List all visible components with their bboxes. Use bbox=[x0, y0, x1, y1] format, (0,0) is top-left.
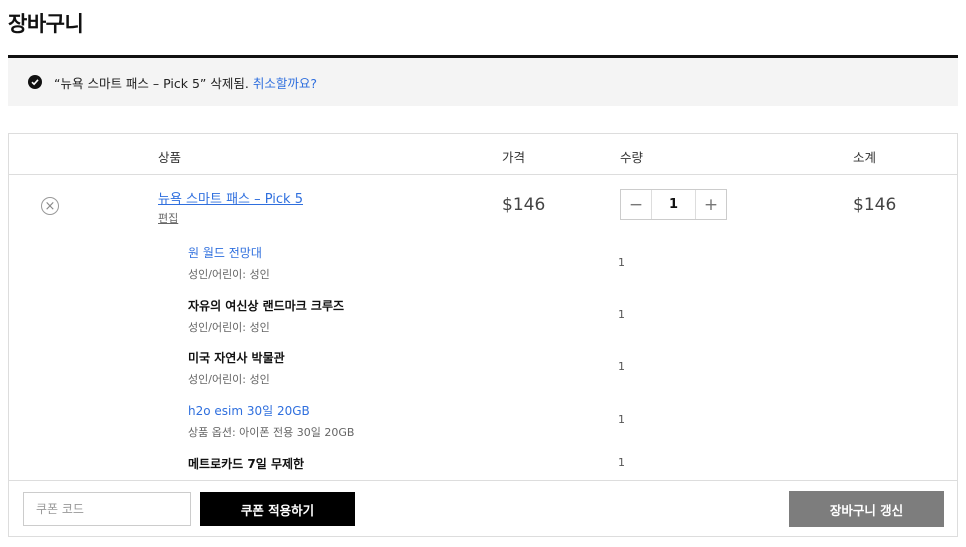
bundle-item: 미국 자연사 박물관 성인/어린이: 성인 bbox=[188, 349, 588, 387]
quantity-stepper: − 1 + bbox=[620, 189, 727, 220]
quantity-input[interactable]: 1 bbox=[651, 190, 696, 219]
bundle-item: 메트로카드 7일 무제한 bbox=[188, 455, 588, 472]
bundle-item-meta: 성인/어린이: 성인 bbox=[188, 268, 270, 281]
bundle-item-qty: 1 bbox=[618, 308, 625, 321]
product-name-link[interactable]: 뉴욕 스마트 패스 – Pick 5 bbox=[158, 188, 303, 207]
check-circle-icon bbox=[28, 75, 42, 89]
header-price: 가격 bbox=[502, 150, 526, 165]
removal-notice: “뉴욕 스마트 패스 – Pick 5” 삭제됨. 취소할까요? bbox=[8, 58, 958, 106]
page-title: 장바구니 bbox=[8, 12, 84, 36]
decrease-quantity-button[interactable]: − bbox=[621, 195, 651, 215]
notice-message: “뉴욕 스마트 패스 – Pick 5” 삭제됨. bbox=[54, 75, 249, 91]
product-subtotal: $146 bbox=[853, 195, 897, 215]
remove-item-button[interactable]: × bbox=[41, 197, 59, 215]
bundle-item-qty: 1 bbox=[618, 256, 625, 269]
edit-link[interactable]: 편집 bbox=[158, 210, 178, 226]
header-product: 상품 bbox=[158, 150, 182, 165]
bundle-item-meta: 성인/어린이: 성인 bbox=[188, 373, 270, 386]
bundle-item-qty: 1 bbox=[618, 456, 625, 469]
cart-actions: 쿠폰 적용하기 장바구니 갱신 bbox=[9, 480, 957, 536]
bundle-item-name: 자유의 여신상 랜드마크 크루즈 bbox=[188, 299, 345, 313]
header-quantity: 수량 bbox=[620, 150, 644, 165]
update-cart-button[interactable]: 장바구니 갱신 bbox=[789, 491, 944, 527]
bundle-item-name[interactable]: 원 월드 전망대 bbox=[188, 244, 588, 261]
header-subtotal: 소계 bbox=[853, 150, 877, 165]
bundle-item-meta: 성인/어린이: 성인 bbox=[188, 321, 270, 334]
bundle-item-qty: 1 bbox=[618, 360, 625, 373]
product-price: $146 bbox=[502, 195, 546, 215]
bundle-item: h2o esim 30일 20GB 상품 옵션: 아이폰 전용 30일 20GB bbox=[188, 402, 588, 440]
coupon-code-input[interactable] bbox=[23, 492, 191, 526]
cart-table: 상품 가격 수량 소계 × 뉴욕 스마트 패스 – Pick 5 편집 $146… bbox=[8, 133, 958, 537]
increase-quantity-button[interactable]: + bbox=[696, 195, 726, 215]
bundle-item-meta: 상품 옵션: 아이폰 전용 30일 20GB bbox=[188, 426, 355, 439]
table-header: 상품 가격 수량 소계 bbox=[9, 134, 957, 175]
apply-coupon-button[interactable]: 쿠폰 적용하기 bbox=[200, 492, 355, 526]
bundle-item: 자유의 여신상 랜드마크 크루즈 성인/어린이: 성인 bbox=[188, 297, 588, 335]
bundle-item-name[interactable]: h2o esim 30일 20GB bbox=[188, 402, 588, 419]
bundle-item: 원 월드 전망대 성인/어린이: 성인 bbox=[188, 244, 588, 282]
undo-link[interactable]: 취소할까요? bbox=[253, 73, 317, 92]
bundle-item-name: 메트로카드 7일 무제한 bbox=[188, 457, 305, 471]
bundle-item-name: 미국 자연사 박물관 bbox=[188, 351, 285, 365]
bundle-item-qty: 1 bbox=[618, 413, 625, 426]
close-icon: × bbox=[44, 198, 56, 214]
